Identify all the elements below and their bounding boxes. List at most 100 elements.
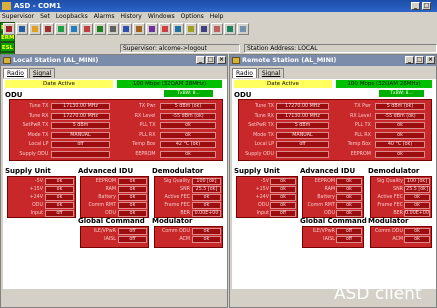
station-maximize-button[interactable]: □ — [415, 56, 424, 64]
station-minimize-button[interactable]: _ — [196, 56, 205, 64]
print-glyph — [110, 26, 116, 32]
odu_right-label: PLL TX — [139, 123, 156, 128]
modulator-label: ACM — [392, 237, 403, 242]
alarm-tool-icon[interactable] — [68, 23, 80, 35]
odu_right-label: TX Pwr — [354, 104, 371, 109]
odu_right-label: TX Pwr — [138, 104, 156, 109]
supply-unit-value: ok — [45, 194, 74, 201]
demodulator-panel: Sig Quality 100 [ok] SNR 25.5 [ok] Active FE… — [370, 176, 432, 218]
menu-help[interactable]: Help — [210, 13, 224, 20]
demodulator-value: 100 [ok] — [192, 178, 221, 185]
tab-radio[interactable]: Radio — [232, 68, 257, 78]
tab-signal[interactable]: Signal — [257, 68, 285, 78]
odu_left-value: MANUAL — [51, 131, 110, 139]
connect-tool-icon[interactable] — [3, 23, 15, 35]
menu-windows[interactable]: Windows — [148, 13, 175, 20]
menu-set[interactable]: Set — [40, 13, 50, 20]
modulator-label: Comm DDU — [161, 229, 190, 234]
menu-alarms[interactable]: Alarms — [94, 13, 115, 20]
advanced-idu-label: RAM — [324, 187, 335, 192]
global-command-value: off — [118, 228, 147, 235]
station-icon — [232, 57, 240, 64]
maximize-button[interactable]: □ — [422, 2, 431, 10]
station-title-bar[interactable]: Local Station (AL_MINI) _ □ × — [1, 55, 227, 66]
upload-tool-icon[interactable] — [133, 23, 145, 35]
modulator-panel: Comm DDU ok ACM ok — [370, 226, 432, 248]
odu_right-label: RX Level — [350, 113, 371, 119]
config-tool-icon[interactable] — [120, 23, 132, 35]
demodulator-label: Active FEC — [164, 195, 190, 200]
station-title-bar[interactable]: Remote Station (AL_MINI) _ □ × — [230, 55, 436, 66]
demodulator-value: ok — [192, 202, 221, 209]
advanced-idu-panel: EEPROM ok RAM ok Battery ok Comm RMT ok ODU ok — [302, 176, 364, 218]
settings-tool-icon[interactable] — [172, 23, 184, 35]
close-tool-icon[interactable] — [211, 23, 223, 35]
advanced-idu-label: RAM — [105, 187, 116, 192]
demodulator-label: BER — [393, 211, 403, 216]
loopback-glyph — [58, 26, 64, 32]
reset-tool-icon[interactable] — [159, 23, 171, 35]
menu-loopbacks[interactable]: Loopbacks — [56, 13, 88, 20]
demodulator-value: 100 [ok] — [404, 178, 430, 185]
advanced-idu-label: ODU — [105, 211, 116, 216]
station-maximize-button[interactable]: □ — [206, 56, 215, 64]
tab-signal[interactable]: Signal — [28, 68, 56, 78]
logout-glyph — [45, 26, 51, 32]
logout-tool-icon[interactable] — [42, 23, 54, 35]
advanced-idu-label: Battery — [317, 195, 335, 200]
station-close-button[interactable]: × — [426, 56, 435, 64]
app-title-bar[interactable]: ASD - COM1 _ □ — [0, 0, 437, 12]
refresh-tool-icon[interactable] — [94, 23, 106, 35]
global-command-header: Global Command — [300, 217, 367, 225]
odu_right-value: -55 dBm (ok) — [160, 112, 216, 120]
advanced-idu-label: EEPROM — [314, 179, 335, 184]
history-tool-icon[interactable] — [81, 23, 93, 35]
advanced-idu-header: Advanced IDU — [300, 167, 356, 175]
demodulator-label: SNR — [180, 187, 190, 192]
odu_right-label: Temp Box — [132, 142, 156, 147]
tab-radio[interactable]: Radio — [3, 68, 28, 78]
odu_left-value — [276, 150, 329, 158]
date-active-bar: Date Active — [5, 80, 113, 88]
odu_left-label: Tune TX — [29, 104, 49, 109]
disconnect-tool-icon[interactable] — [16, 23, 28, 35]
odu_left-value: MANUAL — [276, 131, 329, 139]
demodulator-label: Sig Quality — [376, 179, 403, 184]
login-tool-icon[interactable] — [29, 23, 41, 35]
station-address-status: Station Address: LOCAL — [244, 44, 437, 53]
advanced-idu-label: EEPROM — [95, 179, 116, 184]
supply-unit-value: off — [45, 210, 74, 217]
network-glyph — [240, 26, 246, 32]
odu_left-label: Tune RX — [28, 113, 49, 119]
odu-panel: Tune TX 17270.00 MHz Tune RX 17130.00 MHz Se… — [238, 99, 432, 161]
download-tool-icon[interactable] — [146, 23, 158, 35]
save-tool-icon[interactable] — [185, 23, 197, 35]
supply-unit-panel: -5V ok +15V ok +24V ok ODU ok Input off — [7, 176, 76, 218]
odu_right-label: EEPROM — [135, 151, 156, 157]
open-tool-icon[interactable] — [198, 23, 210, 35]
advanced-idu-value: ok — [336, 186, 362, 193]
minimize-button[interactable]: _ — [411, 2, 420, 10]
odu_right-label: RX Level — [134, 113, 156, 119]
station-minimize-button[interactable]: _ — [405, 56, 414, 64]
demodulator-header: Demodulator — [368, 167, 420, 175]
print-tool-icon[interactable] — [107, 23, 119, 35]
config-glyph — [123, 26, 129, 32]
advanced-idu-panel: EEPROM ok RAM ok Battery ok Comm RMT ok ODU ok — [80, 176, 149, 218]
demodulator-label: SNR — [393, 187, 403, 192]
download-glyph — [149, 26, 155, 32]
info-tool-icon[interactable] — [224, 23, 236, 35]
supply-unit-value: ok — [270, 202, 296, 209]
menu-supervisor[interactable]: Supervisor — [2, 13, 34, 20]
odu_left-label: SetPwR TX — [22, 123, 49, 128]
odu_left-label: Mode TX — [27, 132, 49, 138]
network-tool-icon[interactable] — [237, 23, 249, 35]
supply-unit-label: +24V — [29, 195, 43, 200]
loopback-tool-icon[interactable] — [55, 23, 67, 35]
supply-unit-value: ok — [45, 202, 74, 209]
demodulator-value: 0.00E+00 — [192, 210, 221, 217]
menu-options[interactable]: Options — [181, 13, 204, 20]
station-close-button[interactable]: × — [217, 56, 226, 64]
global-command-value: off — [336, 228, 362, 235]
menu-history[interactable]: History — [120, 13, 141, 20]
